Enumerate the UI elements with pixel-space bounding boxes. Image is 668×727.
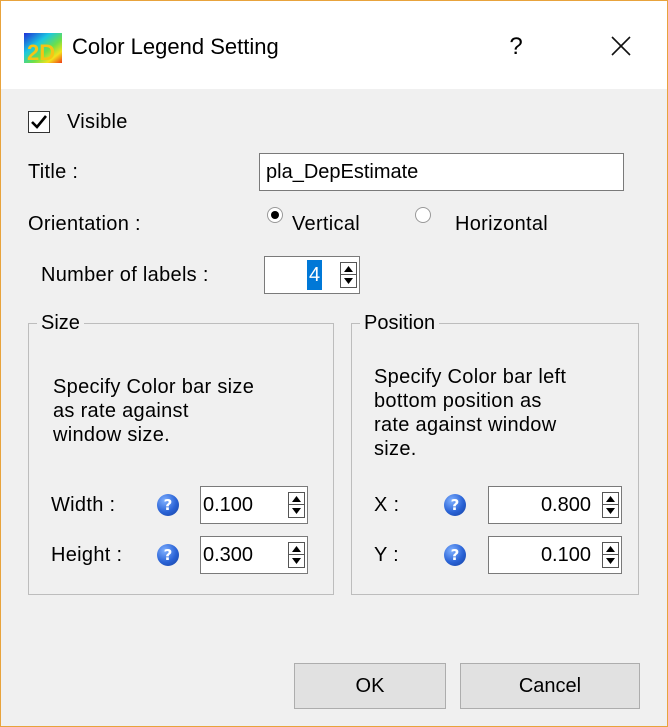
spin-up-arrow-icon[interactable]	[603, 543, 618, 555]
help-button[interactable]: ?	[499, 27, 533, 67]
spin-down-arrow-icon[interactable]	[341, 275, 356, 287]
width-label: Width :	[51, 494, 116, 516]
position-description-line-3: rate against window	[374, 414, 557, 436]
height-spinbox[interactable]: 0.300	[200, 536, 308, 574]
cancel-button[interactable]: Cancel	[460, 663, 640, 709]
y-value[interactable]: 0.100	[541, 538, 591, 572]
spin-up-arrow-icon[interactable]	[341, 263, 356, 275]
radio-horizontal[interactable]	[415, 207, 431, 223]
spin-down-arrow-icon[interactable]	[603, 505, 618, 517]
position-description-line-4: size.	[374, 438, 417, 460]
number-of-labels-spinbox[interactable]: 4	[264, 256, 360, 294]
svg-text:2D: 2D	[27, 40, 55, 63]
position-description-line-2: bottom position as	[374, 390, 542, 412]
spin-arrows[interactable]	[602, 492, 619, 518]
spin-arrows[interactable]	[288, 492, 305, 518]
visible-label: Visible	[67, 111, 128, 133]
spin-up-arrow-icon[interactable]	[603, 493, 618, 505]
number-of-labels-label: Number of labels :	[41, 264, 209, 286]
close-icon[interactable]	[601, 27, 641, 67]
help-icon[interactable]: ?	[157, 494, 179, 516]
x-value[interactable]: 0.800	[541, 488, 591, 522]
position-group: Position Specify Color bar left bottom p…	[351, 310, 639, 595]
position-description-line-1: Specify Color bar left	[374, 366, 567, 388]
number-of-labels-value[interactable]: 4	[307, 260, 323, 290]
radio-vertical-label[interactable]: Vertical	[292, 211, 360, 237]
spin-down-arrow-icon[interactable]	[289, 505, 304, 517]
visible-checkbox[interactable]	[28, 111, 50, 133]
help-icon[interactable]: ?	[444, 544, 466, 566]
orientation-label: Orientation :	[28, 213, 141, 235]
color-legend-dialog: 2D Color Legend Setting ? Visible Title …	[0, 0, 668, 727]
spin-up-arrow-icon[interactable]	[289, 493, 304, 505]
spin-down-arrow-icon[interactable]	[603, 555, 618, 567]
checkmark-icon	[31, 115, 48, 129]
spin-arrows[interactable]	[602, 542, 619, 568]
spin-arrows[interactable]	[288, 542, 305, 568]
title-bar: 2D Color Legend Setting ?	[1, 1, 667, 89]
position-group-title: Position	[360, 310, 440, 336]
dialog-title: Color Legend Setting	[72, 34, 279, 59]
height-label: Height :	[51, 544, 123, 566]
size-group: Size Specify Color bar size as rate agai…	[28, 310, 334, 595]
spin-down-arrow-icon[interactable]	[289, 555, 304, 567]
spin-up-arrow-icon[interactable]	[289, 543, 304, 555]
x-spinbox[interactable]: 0.800	[488, 486, 622, 524]
width-spinbox[interactable]: 0.100	[200, 486, 308, 524]
width-value[interactable]: 0.100	[203, 488, 253, 522]
help-icon[interactable]: ?	[157, 544, 179, 566]
size-description-line-1: Specify Color bar size	[53, 376, 255, 398]
size-description-line-2: as rate against	[53, 400, 189, 422]
size-description-line-3: window size.	[53, 424, 170, 446]
height-value[interactable]: 0.300	[203, 538, 253, 572]
help-icon[interactable]: ?	[444, 494, 466, 516]
ok-button[interactable]: OK	[294, 663, 446, 709]
radio-horizontal-label[interactable]: Horizontal	[455, 211, 548, 237]
spin-arrows[interactable]	[340, 262, 357, 288]
y-spinbox[interactable]: 0.100	[488, 536, 622, 574]
title-input[interactable]: pla_DepEstimate	[259, 153, 624, 191]
x-label: X :	[374, 494, 400, 516]
title-label: Title :	[28, 161, 79, 183]
y-label: Y :	[374, 544, 399, 566]
radio-vertical[interactable]	[267, 207, 283, 223]
app-2d-icon: 2D	[24, 33, 62, 63]
size-group-title: Size	[37, 310, 84, 336]
